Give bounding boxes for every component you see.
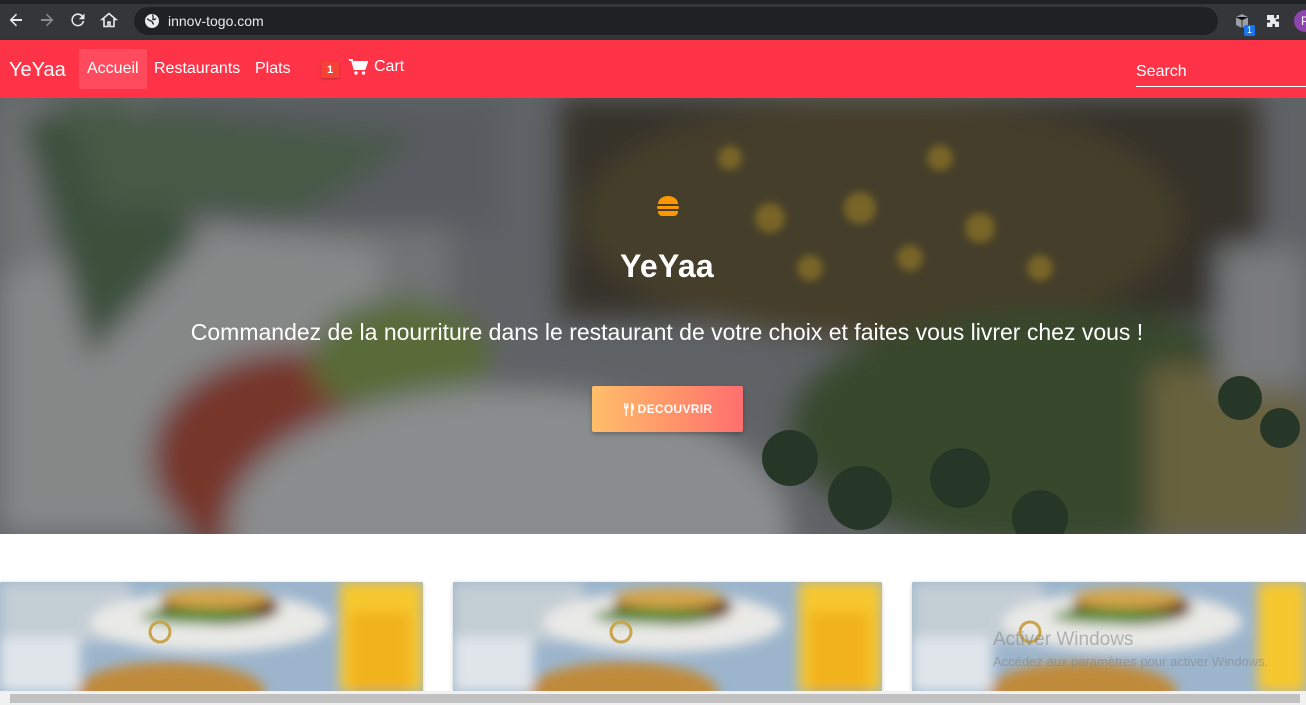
url-text: innov-togo.com bbox=[168, 13, 264, 29]
nav-link-plats[interactable]: Plats bbox=[247, 49, 299, 89]
browser-toolbar: innov-togo.com 1 P bbox=[0, 0, 1306, 40]
horizontal-scrollbar[interactable] bbox=[0, 691, 1306, 705]
nav-link-accueil[interactable]: Accueil bbox=[79, 49, 147, 89]
food-card[interactable] bbox=[0, 582, 423, 692]
hero-title: YeYaa bbox=[619, 248, 715, 284]
globe-icon bbox=[145, 14, 159, 28]
puzzle-icon[interactable] bbox=[1262, 10, 1284, 32]
reload-icon[interactable] bbox=[64, 6, 92, 34]
tab-strip bbox=[0, 0, 1306, 4]
food-card-image bbox=[453, 582, 882, 692]
nav-link-restaurants[interactable]: Restaurants bbox=[146, 49, 248, 89]
food-card[interactable] bbox=[912, 582, 1306, 692]
utensils-icon bbox=[623, 402, 634, 416]
hero-section: YeYaa Commandez de la nourriture dans le… bbox=[0, 98, 1306, 534]
cart-label: Cart bbox=[374, 58, 405, 75]
home-icon[interactable] bbox=[95, 6, 123, 34]
cart-link[interactable]: Cart bbox=[349, 58, 404, 76]
address-bar[interactable]: innov-togo.com bbox=[134, 7, 1218, 35]
scrollbar-thumb[interactable] bbox=[10, 694, 1300, 703]
site-navbar: YeYaa Accueil Restaurants Plats 1 Cart bbox=[0, 40, 1306, 98]
cart-count-badge: 1 bbox=[321, 62, 339, 78]
food-card[interactable] bbox=[453, 582, 882, 692]
forward-arrow-icon[interactable] bbox=[33, 6, 61, 34]
food-card-image bbox=[912, 582, 1306, 692]
extension-badge: 1 bbox=[1243, 25, 1255, 36]
burger-icon bbox=[657, 196, 679, 216]
search-input[interactable] bbox=[1136, 58, 1306, 87]
food-card-image bbox=[0, 582, 423, 692]
back-arrow-icon[interactable] bbox=[2, 6, 30, 34]
brand-logo[interactable]: YeYaa bbox=[9, 59, 66, 82]
profile-avatar[interactable]: P bbox=[1294, 10, 1306, 32]
hero-overlay bbox=[0, 98, 1306, 534]
hero-tagline: Commandez de la nourriture dans le resta… bbox=[190, 319, 1144, 345]
extension-cube-icon[interactable]: 1 bbox=[1231, 10, 1255, 36]
discover-button[interactable]: DECOUVRIR bbox=[592, 386, 743, 432]
cart-icon bbox=[349, 59, 368, 75]
discover-button-label: DECOUVRIR bbox=[637, 402, 713, 416]
